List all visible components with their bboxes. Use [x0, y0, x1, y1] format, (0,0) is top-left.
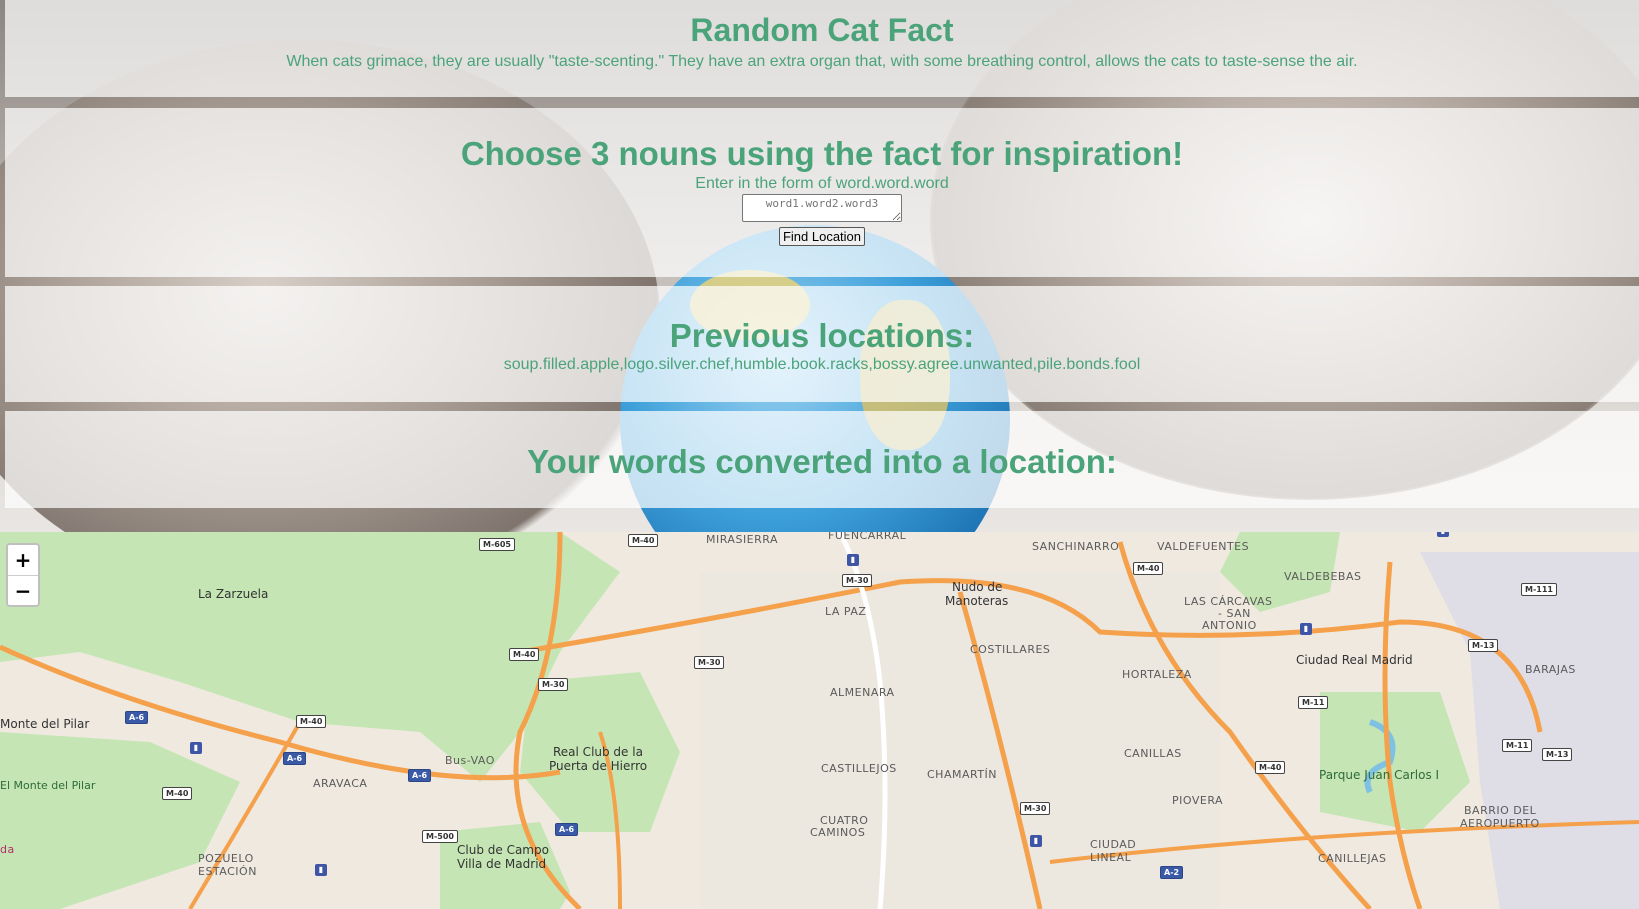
urban-area: [700, 572, 1220, 909]
road-shield: M-605: [479, 538, 515, 551]
map-label: BARRIO DEL: [1464, 804, 1537, 817]
previous-locations-list: soup.filled.apple,logo.silver.chef,humbl…: [503, 356, 1141, 373]
map-label: CHAMARTÍN: [927, 768, 998, 781]
map-label: AEROPUERTO: [1460, 817, 1540, 830]
map-zoom-control: + −: [6, 543, 40, 607]
map-label: VALDEFUENTES: [1157, 540, 1250, 553]
map-label: CAMINOS: [810, 826, 866, 839]
map-label: ANTONIO: [1202, 619, 1257, 632]
map-label: COSTILLARES: [970, 643, 1051, 656]
road-shield: A-6: [125, 711, 149, 724]
map-label: Nudo de: [952, 580, 1003, 594]
map-label: Club de Campo: [457, 843, 549, 857]
map-label: SANCHINARRO: [1032, 540, 1120, 553]
words-input[interactable]: [742, 194, 902, 222]
road-shield: M-13: [1542, 748, 1573, 761]
road-shield: M-30: [842, 574, 873, 587]
cat-fact-title: Random Cat Fact: [690, 12, 954, 48]
road-shield: M-30: [1020, 802, 1051, 815]
map-label: HORTALEZA: [1122, 668, 1192, 681]
map-label: CANILLAS: [1124, 747, 1182, 760]
road-shield: M-13: [1468, 639, 1499, 652]
previous-locations-panel: Previous locations: soup.filled.apple,lo…: [5, 286, 1639, 402]
map-label: Villa de Madrid: [457, 857, 547, 871]
road-shield: M-500: [422, 830, 458, 843]
map-label: VALDEBEBAS: [1284, 570, 1362, 583]
map-label: FUENCARRAL: [828, 532, 907, 542]
cat-fact-panel: Random Cat Fact When cats grimace, they …: [5, 0, 1639, 97]
map-label: La Zarzuela: [198, 587, 269, 601]
map-label: ALMENARA: [830, 686, 895, 699]
choose-nouns-panel: Choose 3 nouns using the fact for inspir…: [5, 108, 1639, 277]
road-shield: M-40: [162, 787, 193, 800]
map-label: Bus-VAO: [445, 754, 495, 767]
map-label: Monte del Pilar: [0, 717, 90, 731]
map-label: LINEAL: [1090, 851, 1132, 864]
map-label: da: [0, 843, 15, 856]
zoom-in-button[interactable]: +: [8, 545, 38, 575]
previous-locations-title: Previous locations:: [669, 317, 975, 354]
input-format-hint: Enter in the form of word.word.word: [695, 175, 949, 192]
road-shield: A-6: [283, 752, 307, 765]
map-label: Manoteras: [945, 594, 1009, 608]
map-label: LA PAZ: [825, 605, 867, 618]
map-label: Puerta de Hierro: [549, 759, 648, 773]
find-location-button[interactable]: Find Location: [778, 227, 866, 246]
map-label: Ciudad Real Madrid: [1296, 653, 1413, 667]
road-shield: A-2: [1160, 866, 1184, 879]
map-label: El Monte del Pilar: [0, 779, 96, 792]
road-shield: M-40: [628, 534, 659, 547]
zoom-out-button[interactable]: −: [8, 575, 38, 605]
map-label: CIUDAD: [1090, 838, 1137, 851]
road-shield: M-30: [694, 656, 725, 669]
map-label: ARAVACA: [313, 777, 368, 790]
airport-area: [1420, 552, 1639, 909]
road-shield: A-6: [555, 823, 579, 836]
result-title: Your words converted into a location:: [527, 443, 1117, 480]
result-panel: Your words converted into a location:: [5, 411, 1639, 508]
train-station-icon: ▮: [847, 554, 859, 566]
road-shield: M-40: [1255, 761, 1286, 774]
map-label: Parque Juan Carlos I: [1319, 768, 1440, 782]
train-station-icon: ▮: [315, 864, 327, 876]
road-shield: M-40: [296, 715, 327, 728]
road-shield: M-30: [538, 678, 569, 691]
map-label: POZUELO: [198, 852, 254, 865]
map-label: CANILLEJAS: [1318, 852, 1387, 865]
road-shield: A-6: [408, 769, 432, 782]
map-label: ESTACIÓN: [198, 865, 257, 878]
train-station-icon: ▮: [1300, 623, 1312, 635]
map-label: Real Club de la: [553, 745, 643, 759]
map-label: BARAJAS: [1525, 663, 1576, 676]
train-station-icon: ▮: [190, 742, 202, 754]
map-label: MIRASIERRA: [706, 533, 778, 546]
road-shield: M-11: [1502, 739, 1533, 752]
road-shield: M-40: [509, 648, 540, 661]
road-shield: M-40: [1133, 562, 1164, 575]
location-map[interactable]: + − MIRASIERRA FUENCARRAL SANCHINARRO VA…: [0, 532, 1639, 909]
map-label: CASTILLEJOS: [821, 762, 897, 775]
road-shield: M-111: [1521, 583, 1557, 596]
road-shield: M-11: [1298, 696, 1329, 709]
choose-nouns-title: Choose 3 nouns using the fact for inspir…: [460, 135, 1184, 172]
train-station-icon: ▮: [1030, 835, 1042, 847]
map-label: PIOVERA: [1172, 794, 1224, 807]
train-station-icon: ▮: [1437, 532, 1449, 537]
cat-fact-text: When cats grimace, they are usually "tas…: [286, 53, 1358, 70]
